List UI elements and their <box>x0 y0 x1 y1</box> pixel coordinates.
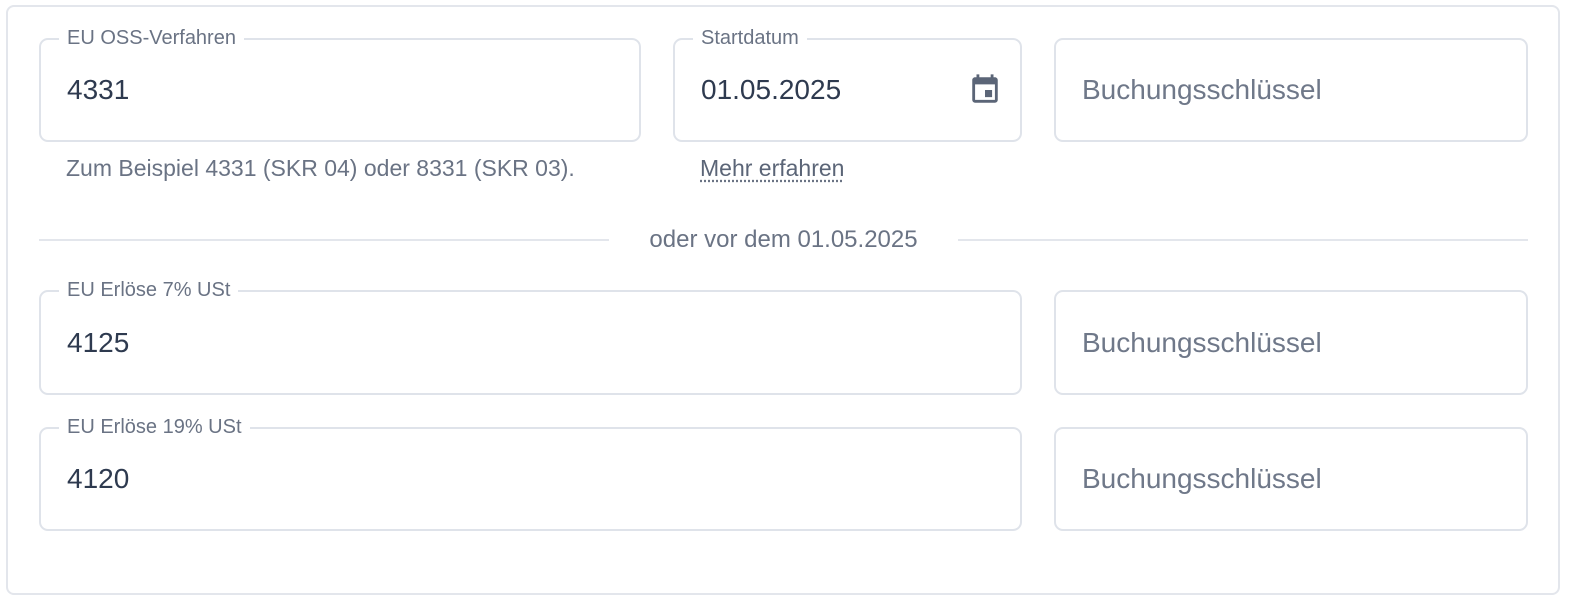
oss-account-input[interactable] <box>67 40 579 140</box>
booking-key-input-2[interactable] <box>1082 292 1466 393</box>
revenue-19-field[interactable]: EU Erlöse 19% USt <box>39 415 1022 531</box>
booking-key-field-1[interactable] <box>1054 38 1528 142</box>
oss-account-helper-text: Zum Beispiel 4331 (SKR 04) oder 8331 (SK… <box>66 155 575 181</box>
booking-key-field-3[interactable] <box>1054 427 1528 531</box>
revenue-7-field[interactable]: EU Erlöse 7% USt <box>39 278 1022 395</box>
learn-more-link[interactable]: Mehr erfahren <box>700 154 844 182</box>
revenue-7-input[interactable] <box>67 292 960 393</box>
divider-text: oder vor dem 01.05.2025 <box>649 226 918 253</box>
date-divider: oder vor dem 01.05.2025 <box>39 226 1528 254</box>
booking-key-field-2[interactable] <box>1054 290 1528 395</box>
booking-key-input-3[interactable] <box>1082 429 1466 529</box>
booking-key-input-1[interactable] <box>1082 40 1466 140</box>
calendar-icon[interactable] <box>968 72 1002 108</box>
oss-account-field[interactable]: EU OSS-Verfahren <box>39 26 641 142</box>
start-date-field[interactable]: Startdatum <box>673 26 1022 142</box>
start-date-input[interactable] <box>701 40 960 140</box>
revenue-19-input[interactable] <box>67 429 960 529</box>
